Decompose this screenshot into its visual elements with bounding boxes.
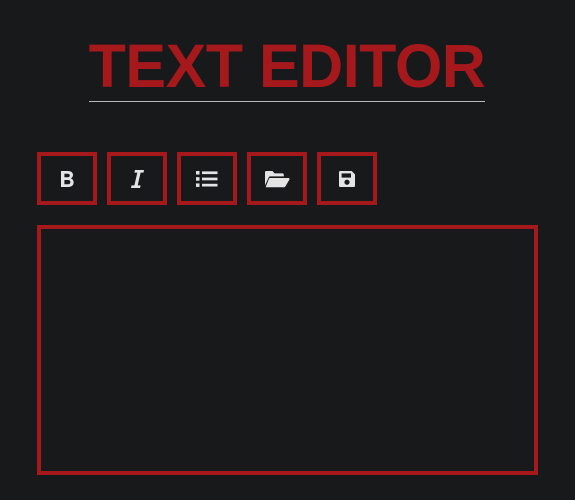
save-icon <box>339 170 355 187</box>
page-title: TEXT EDITOR <box>88 34 486 100</box>
list-icon <box>196 170 218 187</box>
italic-icon <box>131 169 144 188</box>
open-file-button[interactable] <box>247 152 307 205</box>
italic-button[interactable] <box>107 152 167 205</box>
bold-icon <box>61 170 74 187</box>
bold-button[interactable] <box>37 152 97 205</box>
save-button[interactable] <box>317 152 377 205</box>
folder-open-icon <box>265 170 290 187</box>
editor-textarea[interactable] <box>37 225 538 475</box>
title-divider <box>89 101 485 102</box>
list-button[interactable] <box>177 152 237 205</box>
